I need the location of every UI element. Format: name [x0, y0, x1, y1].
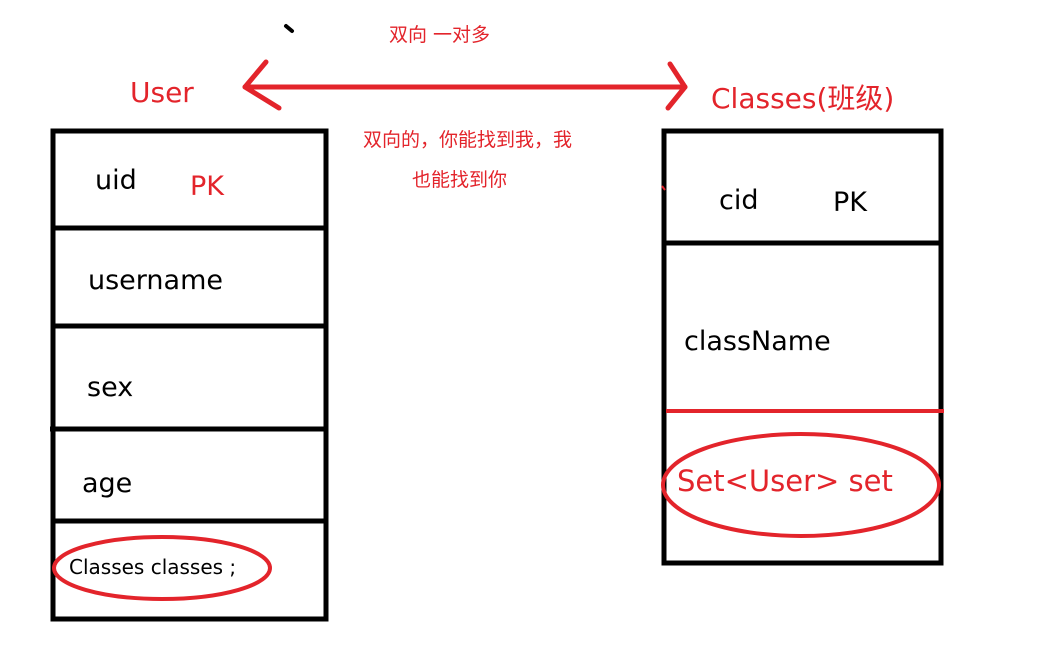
user-field-sex: sex	[87, 372, 134, 403]
classes-entity-title: Classes(班级)	[711, 82, 895, 115]
user-field-uid-pk-tag: PK	[190, 171, 224, 202]
classes-field-cid: cid	[719, 185, 759, 216]
classes-field-user-set: Set<User> set	[677, 464, 893, 498]
user-field-username: username	[88, 265, 223, 296]
user-entity-title: User	[130, 76, 194, 109]
stray-pen-mark	[284, 24, 294, 33]
user-field-age: age	[82, 468, 133, 499]
user-field-uid: uid	[95, 165, 137, 196]
user-field-classes: Classes classes ;	[69, 555, 237, 579]
classes-field-cid-pk-tag: PK	[833, 187, 867, 218]
relation-note-line1: 双向的，你能找到我，我	[363, 129, 573, 151]
relation-note-line2: 也能找到你	[412, 169, 508, 191]
double-headed-arrow-icon	[242, 59, 688, 111]
classes-field-classname: className	[684, 326, 831, 357]
relation-title: 双向 一对多	[389, 24, 491, 46]
